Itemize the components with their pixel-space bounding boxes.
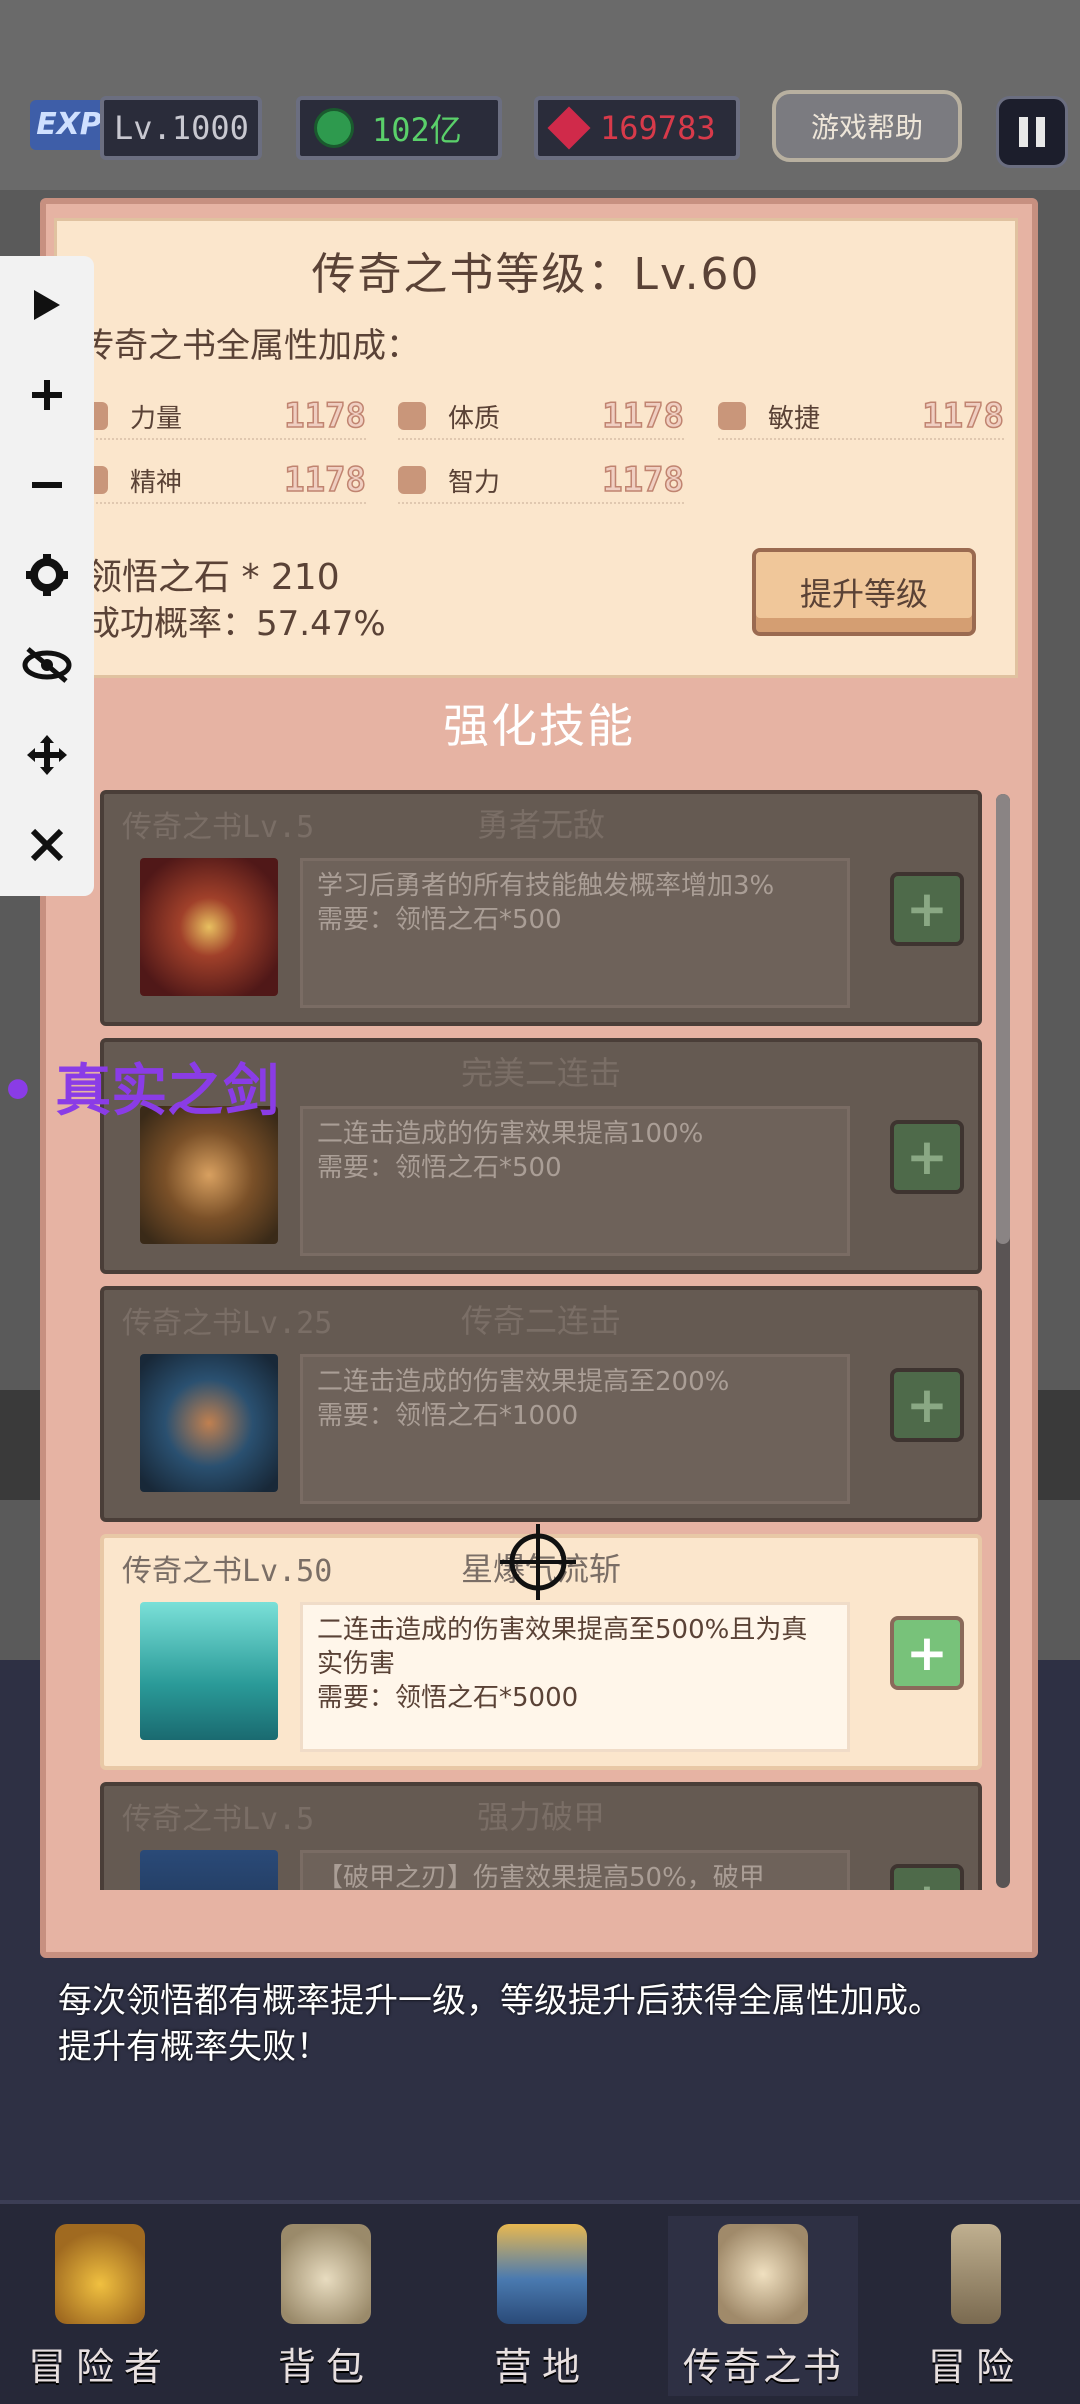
nav-adventure[interactable]: 冒险 <box>886 2216 1066 2396</box>
learn-skill-button[interactable]: + <box>890 872 964 946</box>
floating-toolbar <box>0 256 94 896</box>
gear-icon[interactable] <box>0 530 94 620</box>
level-box: Lv.1000 <box>100 96 262 160</box>
game-help-button[interactable]: 游戏帮助 <box>772 90 962 162</box>
stat-intelligence: 智力 1178 <box>398 458 685 504</box>
heart-icon <box>398 402 426 430</box>
stat-value: 1178 <box>283 395 366 437</box>
skill-name: 勇者无敌 <box>476 806 605 844</box>
skill-effect: 二连击造成的伤害效果提高至200% <box>317 1367 730 1397</box>
eye-off-icon[interactable] <box>0 620 94 710</box>
skills-title: 强化技能 <box>443 699 635 753</box>
skill-card: 传奇之书Lv.25 传奇二连击 二连击造成的伤害效果提高至200% 需要：领悟之… <box>100 1286 982 1522</box>
gem-icon <box>547 106 591 150</box>
gold-amount: 102亿 <box>372 111 462 149</box>
skill-effect: 【破甲之刃】伤害效果提高50%，破甲 <box>317 1863 765 1890</box>
stat-constitution: 体质 1178 <box>398 394 685 440</box>
gem-box: 169783 <box>534 96 740 160</box>
learn-skill-button[interactable]: + <box>890 1368 964 1442</box>
pause-bar-icon <box>1036 117 1045 147</box>
pause-bar-icon <box>1019 117 1028 147</box>
tip-text: 每次领悟都有概率提升一级，等级提升后获得全属性加成。 提升有概率失败！ <box>58 1981 942 2067</box>
nav-label: 冒险者 <box>27 2345 172 2389</box>
bag-icon <box>281 2224 371 2324</box>
stat-value: 1178 <box>601 395 684 437</box>
skill-cost: 需要：领悟之石*500 <box>317 905 562 935</box>
bonus-title: 传奇之书全属性加成： <box>80 326 420 366</box>
banner-icon <box>497 2224 587 2324</box>
book-icon <box>718 2224 808 2324</box>
nav-label: 传奇之书 <box>682 2345 843 2389</box>
brain-icon <box>398 466 426 494</box>
zoom-in-icon[interactable] <box>0 350 94 440</box>
stat-value: 1178 <box>921 395 1004 437</box>
skill-name: 强力破甲 <box>476 1798 605 1836</box>
learn-skill-button[interactable]: + <box>890 1120 964 1194</box>
nav-adventurer[interactable]: 冒险者 <box>10 2216 190 2396</box>
close-icon[interactable] <box>0 800 94 890</box>
upgrade-level-button[interactable]: 提升等级 <box>752 548 976 636</box>
nav-legend-book[interactable]: 传奇之书 <box>668 2216 858 2396</box>
skill-cost: 需要：领悟之石*1000 <box>317 1401 579 1431</box>
skill-cost: 需要：领悟之石*5000 <box>317 1683 579 1713</box>
stat-name: 体质 <box>448 403 501 434</box>
gold-coin-icon <box>314 108 354 148</box>
skill-list[interactable]: 传奇之书Lv.5 勇者无敌 学习后勇者的所有技能触发概率增加3% 需要：领悟之石… <box>100 790 982 1890</box>
skill-popup-text: • 真实之剑 <box>0 1059 280 1124</box>
stat-strength: 力量 1178 <box>80 394 367 440</box>
learn-skill-button[interactable]: + <box>890 1864 964 1890</box>
stone-count: 领悟之石 * 210 <box>86 557 340 598</box>
stat-spirit: 精神 1178 <box>80 458 367 504</box>
move-icon[interactable] <box>0 710 94 800</box>
skill-card: 传奇之书Lv.5 强力破甲 【破甲之刃】伤害效果提高50%，破甲 + <box>100 1782 982 1890</box>
gold-box: 102亿 <box>296 96 502 160</box>
boot-icon <box>718 402 746 430</box>
learn-skill-button[interactable]: + <box>890 1616 964 1690</box>
nav-label: 冒险 <box>927 2345 1024 2389</box>
skill-description: 学习后勇者的所有技能触发概率增加3% 需要：领悟之石*500 <box>300 858 850 1008</box>
zoom-out-icon[interactable] <box>0 440 94 530</box>
skill-scrollbar-thumb[interactable] <box>996 794 1010 1244</box>
skill-card: 传奇之书Lv.5 勇者无敌 学习后勇者的所有技能触发概率增加3% 需要：领悟之石… <box>100 790 982 1026</box>
nav-bag[interactable]: 背包 <box>236 2216 416 2396</box>
skill-effect: 学习后勇者的所有技能触发概率增加3% <box>317 871 775 901</box>
stat-value: 1178 <box>601 459 684 501</box>
skill-name: 传奇二连击 <box>460 1302 621 1340</box>
skill-description: 二连击造成的伤害效果提高至500%且为真实伤害 需要：领悟之石*5000 <box>300 1602 850 1752</box>
starburst-icon <box>140 858 278 996</box>
stat-name: 精神 <box>130 467 183 498</box>
skill-description: 二连击造成的伤害效果提高至200% 需要：领悟之石*1000 <box>300 1354 850 1504</box>
skill-description: 【破甲之刃】伤害效果提高50%，破甲 <box>300 1850 850 1890</box>
nav-label: 背包 <box>277 2345 374 2389</box>
skill-cost: 需要：领悟之石*500 <box>317 1153 562 1183</box>
stat-name: 智力 <box>448 467 501 498</box>
stat-name: 力量 <box>130 403 183 434</box>
armor-break-icon <box>140 1850 278 1890</box>
nav-camp[interactable]: 营地 <box>452 2216 632 2396</box>
starburst-stream-icon <box>140 1602 278 1740</box>
legend-strike-icon <box>140 1354 278 1492</box>
crown-icon <box>55 2224 145 2324</box>
skill-description: 二连击造成的伤害效果提高100% 需要：领悟之石*500 <box>300 1106 850 1256</box>
stat-name: 敏捷 <box>768 403 821 434</box>
play-icon[interactable] <box>0 260 94 350</box>
sword-icon <box>951 2224 1001 2324</box>
book-level-title: 传奇之书等级：Lv.60 <box>311 249 761 300</box>
success-rate: 成功概率：57.47% <box>86 604 386 644</box>
player-level: Lv.1000 <box>114 109 249 147</box>
gem-amount: 169783 <box>600 109 716 147</box>
nav-label: 营地 <box>493 2345 590 2389</box>
stat-agility: 敏捷 1178 <box>718 394 1005 440</box>
skill-effect: 二连击造成的伤害效果提高100% <box>317 1119 704 1149</box>
upgrade-tip: 每次领悟都有概率提升一级，等级提升后获得全属性加成。 提升有概率失败！ <box>58 1978 998 2070</box>
crosshair-icon <box>500 1524 576 1600</box>
stat-value: 1178 <box>283 459 366 501</box>
skill-effect: 二连击造成的伤害效果提高至500%且为真实伤害 <box>317 1615 808 1679</box>
exp-badge: EXP <box>30 100 108 150</box>
pause-button[interactable] <box>996 96 1068 168</box>
